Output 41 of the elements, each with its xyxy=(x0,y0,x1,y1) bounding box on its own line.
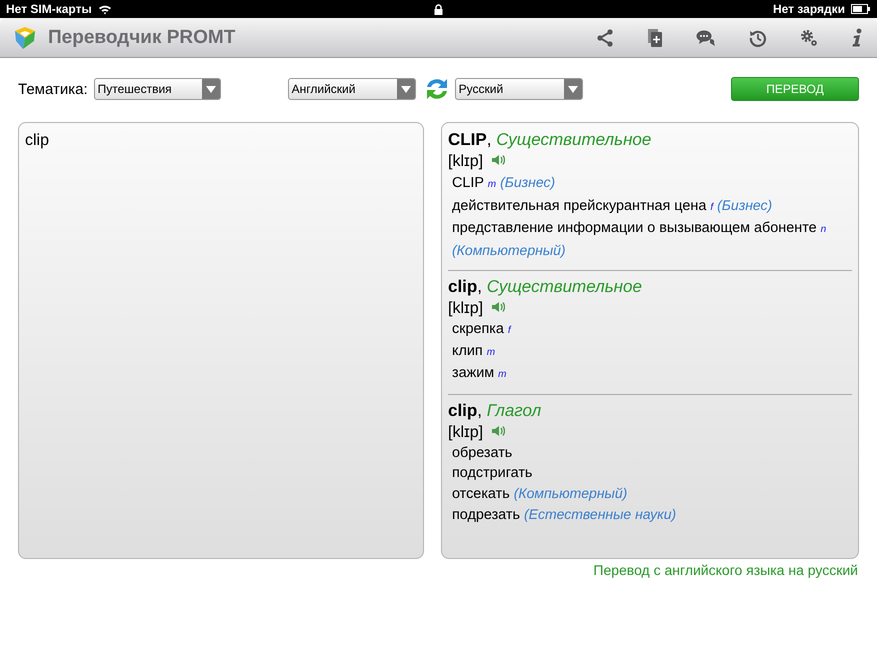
source-text-field[interactable]: clip xyxy=(18,122,424,559)
speaker-icon[interactable] xyxy=(491,425,506,437)
gears-icon[interactable] xyxy=(800,28,818,46)
meaning-text: подрезать (Естественные науки) xyxy=(451,505,678,525)
meaning-text: представление информации о вызывающем абоненте n (Компьютерный) xyxy=(451,219,828,260)
entry-heading: clip, Существительное xyxy=(448,276,643,298)
topic-dropdown[interactable]: Путешествия xyxy=(94,78,221,100)
chat-icon[interactable] xyxy=(696,28,716,46)
share-icon[interactable] xyxy=(596,28,614,46)
meaning-text: зажим m xyxy=(451,364,508,383)
app-title: Переводчик PROMT xyxy=(48,26,236,48)
speaker-icon[interactable] xyxy=(491,154,506,166)
target-language-dropdown[interactable]: Русский xyxy=(454,78,583,100)
translation-direction-text: Перевод с английского языка на русский xyxy=(593,562,858,578)
topic-label: Тематика: xyxy=(18,80,88,98)
meaning-text: обрезать xyxy=(451,444,514,463)
meaning-text: скрепка f xyxy=(451,320,512,339)
wifi-icon xyxy=(98,4,112,14)
transcription: [klɪp] xyxy=(448,153,484,171)
dropdown-arrow-icon xyxy=(396,79,415,99)
info-icon[interactable] xyxy=(851,28,863,48)
source-language-dropdown[interactable]: Английский xyxy=(288,78,416,100)
transcription: [klɪp] xyxy=(448,424,484,442)
meaning-text: CLIP m (Бизнес) xyxy=(451,173,556,193)
entry-heading: clip, Глагол xyxy=(448,400,542,422)
transcription: [klɪp] xyxy=(448,300,484,318)
battery-icon xyxy=(851,4,871,14)
meaning-text: подстригать xyxy=(451,464,534,483)
meaning-text: клип m xyxy=(451,342,496,361)
history-icon[interactable] xyxy=(749,28,767,46)
meaning-text: отсекать (Компьютерный) xyxy=(451,484,628,504)
dropdown-arrow-icon xyxy=(564,79,582,99)
dropdown-arrow-icon xyxy=(202,79,220,99)
lock-icon xyxy=(434,4,443,14)
meaning-text: действительная прейскурантная цена f (Бизнес) xyxy=(451,196,774,216)
speaker-icon[interactable] xyxy=(491,301,506,313)
add-document-icon[interactable] xyxy=(647,28,663,48)
logo-icon xyxy=(12,24,38,50)
entry-heading: CLIP, Существительное xyxy=(448,129,652,151)
carrier-text: Нет SIM-карты xyxy=(6,2,92,16)
charging-text: Нет зарядки xyxy=(772,2,845,16)
